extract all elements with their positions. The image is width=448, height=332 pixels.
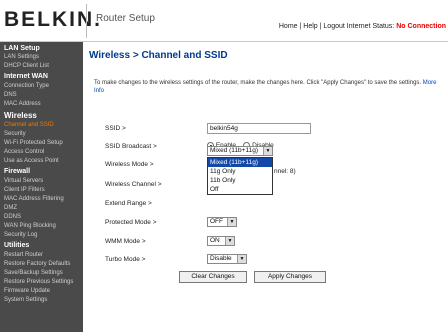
app-title: Router Setup [96, 13, 155, 24]
apply-changes-button[interactable]: Apply Changes [254, 271, 326, 283]
internet-status-label: Internet Status: [346, 23, 395, 30]
sidebar-item-dns[interactable]: DNS [4, 92, 17, 98]
wireless-mode-dropdown: Mixed (11b+11g) 11g Only 11b Only Off [207, 157, 273, 195]
home-link[interactable]: Home [279, 23, 298, 30]
sidebar-item-channel-and-ssid[interactable]: Channel and SSID [4, 122, 54, 128]
chevron-down-icon: ▼ [263, 147, 272, 155]
belkin-logo[interactable]: BELKIN. [4, 8, 100, 36]
help-link[interactable]: Help [303, 23, 317, 30]
sidebar-item-wifi-protected-setup[interactable]: Wi-Fi Protected Setup [4, 140, 63, 146]
sidebar-heading-wireless: Wireless [4, 111, 37, 120]
sidebar-item-save-backup-settings[interactable]: Save/Backup Settings [4, 270, 63, 276]
logout-link[interactable]: Logout [323, 23, 344, 30]
sidebar-heading-utilities: Utilities [4, 242, 30, 249]
sidebar-heading-firewall: Firewall [4, 168, 31, 175]
logo-divider [86, 4, 87, 38]
sidebar: LAN Setup LAN Settings DHCP Client List … [0, 42, 83, 332]
sidebar-item-security[interactable]: Security [4, 131, 26, 137]
wireless-mode-select[interactable]: Mixed (11b+11g) ▼ [207, 146, 273, 156]
channel-hint-text: nnel: 8) [274, 168, 296, 175]
ssid-label: SSID > [105, 125, 126, 132]
page-title: Wireless > Channel and SSID [89, 50, 228, 61]
extend-range-label: Extend Range > [105, 200, 152, 207]
sidebar-item-dhcp-client-list[interactable]: DHCP Client List [4, 63, 49, 69]
intro-text: To make changes to the wireless settings… [94, 80, 437, 94]
protected-mode-select[interactable]: OFF ▼ [207, 217, 237, 227]
sidebar-item-restart-router[interactable]: Restart Router [4, 252, 43, 258]
sidebar-item-mac-address[interactable]: MAC Address [4, 101, 41, 107]
sidebar-item-use-as-access-point[interactable]: Use as Access Point [4, 158, 59, 164]
sidebar-item-client-ip-filters[interactable]: Client IP Filters [4, 187, 45, 193]
ssid-input[interactable]: belkin54g [207, 123, 311, 134]
mode-option-off[interactable]: Off [208, 185, 272, 194]
sidebar-heading-lan: LAN Setup [4, 45, 40, 52]
protected-mode-label: Protected Mode > [105, 219, 157, 226]
mode-option-11b-only[interactable]: 11b Only [208, 176, 272, 185]
wmm-mode-label: WMM Mode > [105, 238, 146, 245]
mode-option-mixed[interactable]: Mixed (11b+11g) [208, 158, 272, 167]
internet-status-value: No Connection [396, 23, 446, 30]
sidebar-item-dmz[interactable]: DMZ [4, 205, 17, 211]
sidebar-item-security-log[interactable]: Security Log [4, 232, 37, 238]
top-nav: Home | Help | Logout Internet Status: No… [278, 23, 446, 30]
sidebar-item-mac-address-filtering[interactable]: MAC Address Filtering [4, 196, 64, 202]
turbo-mode-label: Turbo Mode > [105, 256, 146, 263]
sidebar-heading-internet-wan: Internet WAN [4, 73, 48, 80]
wireless-channel-label: Wireless Channel > [105, 181, 162, 188]
mode-option-11g-only[interactable]: 11g Only [208, 167, 272, 176]
sidebar-item-firmware-update[interactable]: Firmware Update [4, 288, 50, 294]
chevron-down-icon: ▼ [225, 237, 234, 245]
sidebar-item-system-settings[interactable]: System Settings [4, 297, 47, 303]
sidebar-item-restore-previous-settings[interactable]: Restore Previous Settings [4, 279, 73, 285]
turbo-mode-select[interactable]: Disable ▼ [207, 254, 247, 264]
clear-changes-button[interactable]: Clear Changes [179, 271, 247, 283]
sidebar-item-restore-factory-defaults[interactable]: Restore Factory Defaults [4, 261, 70, 267]
sidebar-item-wan-ping-blocking[interactable]: WAN Ping Blocking [4, 223, 56, 229]
chevron-down-icon: ▼ [227, 218, 236, 226]
header: BELKIN. Router Setup Home | Help | Logou… [0, 0, 448, 42]
ssid-broadcast-label: SSID Broadcast > [105, 143, 157, 150]
main-content: Wireless > Channel and SSID To make chan… [84, 42, 448, 332]
sidebar-item-connection-type[interactable]: Connection Type [4, 83, 49, 89]
sidebar-item-ddns[interactable]: DDNS [4, 214, 21, 220]
chevron-down-icon: ▼ [237, 255, 246, 263]
wireless-mode-label: Wireless Mode > [105, 161, 154, 168]
sidebar-item-access-control[interactable]: Access Control [4, 149, 44, 155]
sidebar-item-lan-settings[interactable]: LAN Settings [4, 54, 39, 60]
wmm-mode-select[interactable]: ON ▼ [207, 236, 235, 246]
sidebar-item-virtual-servers[interactable]: Virtual Servers [4, 178, 43, 184]
